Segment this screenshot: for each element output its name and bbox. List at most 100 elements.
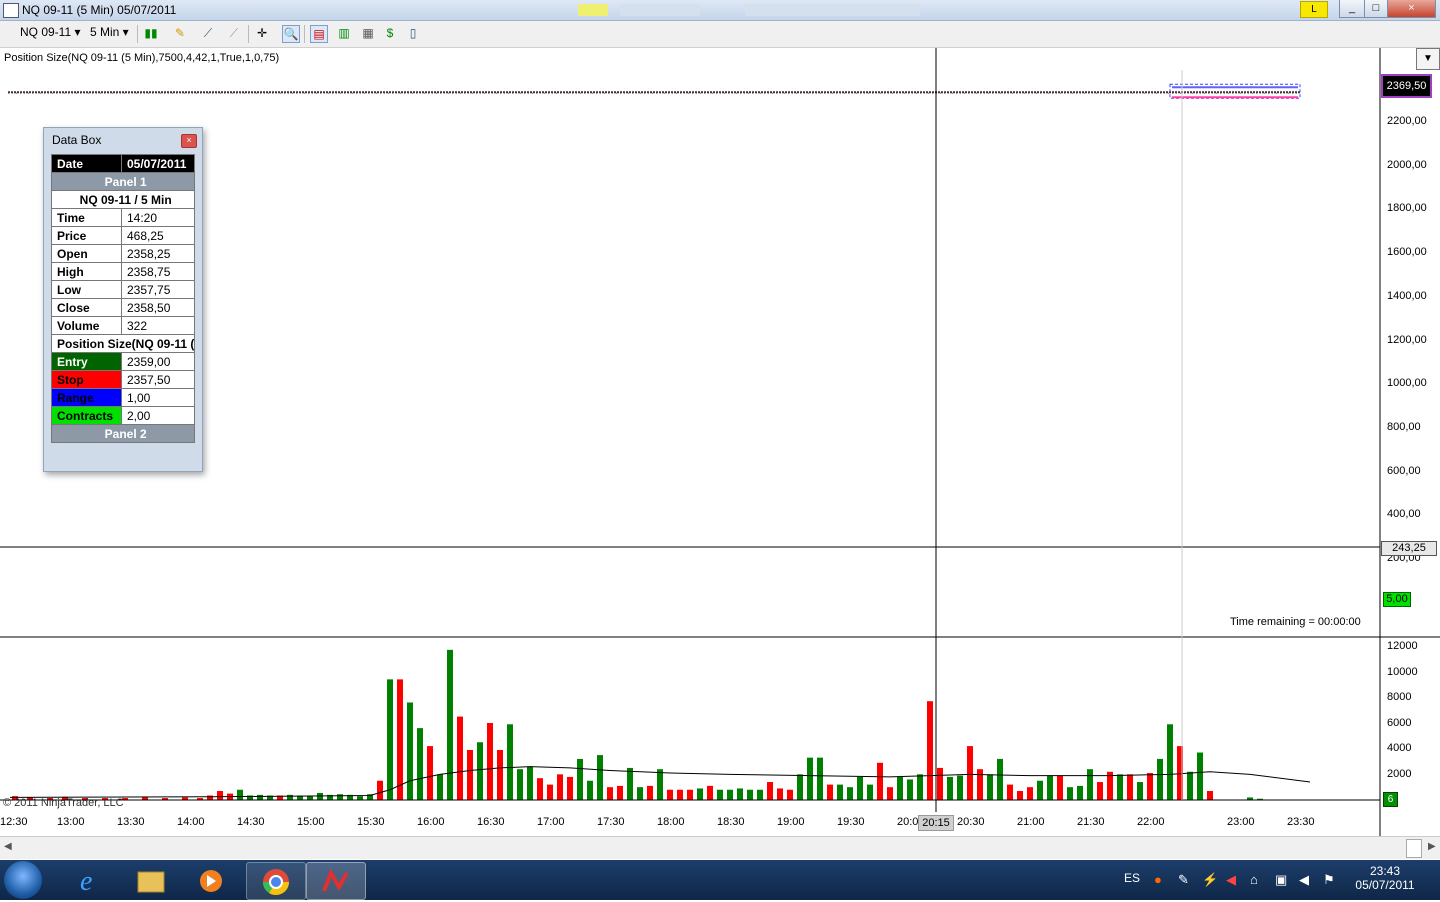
volume-bar	[877, 762, 883, 800]
data-row-label: Low	[51, 280, 122, 299]
remove-drawing-icon[interactable]: ⟋	[226, 25, 242, 41]
volume-bar	[1087, 769, 1093, 800]
volume-bar	[677, 789, 683, 800]
data-row-value: 2358,25	[120, 244, 196, 263]
scroll-right-icon[interactable]: ▶	[1428, 841, 1436, 852]
layout-badge[interactable]: L	[1300, 1, 1328, 18]
tray-app-icon[interactable]: ●	[1154, 872, 1162, 887]
zoom-icon[interactable]: 🔍	[282, 25, 300, 43]
network-icon[interactable]: ▣	[1275, 872, 1287, 888]
price-tick: 1400,00	[1387, 289, 1427, 302]
volume-bar	[1057, 775, 1063, 800]
indicators-icon[interactable]: ▥	[336, 25, 352, 41]
date-label: Date	[51, 154, 122, 173]
tray-tool-icon[interactable]: ✎	[1178, 872, 1189, 888]
volume-bar	[997, 758, 1003, 800]
strategies-icon[interactable]: $	[382, 25, 398, 41]
drawing-tool-icon[interactable]: ⟋	[200, 25, 216, 41]
data-row-label: Close	[51, 298, 122, 317]
time-tick: 15:30	[357, 816, 385, 828]
volume-bar	[207, 795, 213, 800]
chart-toolbar: NQ 09-11 ▾ 5 Min ▾ ▮▮ ✎ ⟋ ⟋ ✛ 🔍 ▤ ▥ ▦ $ …	[0, 21, 1440, 48]
instrument-selector[interactable]: NQ 09-11 ▾	[20, 25, 81, 39]
window-title: NQ 09-11 (5 Min) 05/07/2011	[22, 3, 177, 17]
volume-bar	[537, 778, 543, 800]
price-tick: 2200,00	[1387, 115, 1427, 127]
crosshair-icon[interactable]: ✛	[254, 25, 270, 41]
volume-bar	[1047, 775, 1053, 800]
volume-bar	[737, 788, 743, 800]
data-box-window[interactable]: Data Box × Date 05/07/2011 Panel 1 NQ 09…	[43, 127, 203, 472]
window-titlebar: NQ 09-11 (5 Min) 05/07/2011 L _ □ ×	[0, 0, 1440, 21]
chart-area[interactable]	[0, 48, 1440, 836]
scrollbar-thumb[interactable]	[1406, 839, 1422, 858]
close-icon[interactable]: ×	[181, 134, 197, 148]
toolbar-divider	[137, 25, 138, 43]
volume-tick: 10000	[1387, 665, 1418, 678]
chart-style-icon[interactable]: ▮▮	[143, 25, 159, 41]
volume-bar	[687, 789, 693, 800]
entry-markers	[1172, 86, 1298, 89]
data-row-value: 2358,50	[120, 298, 196, 317]
chrome-icon[interactable]	[246, 862, 306, 900]
volume-bar	[907, 779, 913, 800]
volume-bar	[1097, 782, 1103, 800]
internet-explorer-icon[interactable]: e	[62, 862, 120, 898]
series-header-label: NQ 09-11 / 5 Min	[50, 190, 196, 209]
volume-tick: 6000	[1387, 716, 1412, 729]
price-tick: 1800,00	[1387, 202, 1427, 215]
start-button[interactable]	[4, 861, 42, 899]
volume-bar	[767, 782, 773, 800]
close-button[interactable]: ×	[1387, 0, 1436, 18]
volume-bar	[727, 789, 733, 800]
volume-bar	[717, 789, 723, 800]
properties-icon[interactable]: ▯	[405, 25, 421, 41]
panel-1-label: Panel 1	[50, 172, 196, 191]
volume-tick: 8000	[1387, 691, 1412, 703]
time-tick: 16:00	[417, 816, 445, 828]
title-blur	[745, 4, 920, 16]
volume-bar	[617, 785, 623, 800]
series-header: NQ 09-11 / 5 Min	[50, 190, 196, 209]
data-series-icon[interactable]: ▦	[360, 25, 376, 41]
volume-bar	[567, 776, 573, 800]
copyright-text: © 2011 NinjaTrader, LLC	[3, 797, 124, 809]
data-row-price: Price 468,25	[51, 226, 196, 245]
interval-selector[interactable]: 5 Min ▾	[90, 25, 129, 39]
ninjatrader-icon[interactable]	[306, 862, 366, 900]
time-tick: 19:00	[777, 816, 805, 828]
maximize-button[interactable]: □	[1364, 0, 1388, 18]
file-explorer-icon[interactable]	[122, 862, 180, 898]
tray-power-icon[interactable]: ⚡	[1202, 872, 1218, 888]
pencil-icon[interactable]: ✎	[172, 25, 188, 41]
time-tick: 23:00	[1227, 816, 1255, 828]
data-row-label: Volume	[51, 316, 122, 335]
stop-label: Stop	[51, 370, 122, 389]
price-tick: 600,00	[1387, 464, 1421, 477]
volume-bar	[757, 789, 763, 800]
horizontal-scrollbar[interactable]: ◀ ▶	[0, 836, 1440, 859]
data-row-open: Open 2358,25	[51, 244, 196, 263]
volume-bar	[947, 776, 953, 800]
volume-bar	[697, 788, 703, 800]
clock[interactable]: 23:43 05/07/2011	[1352, 864, 1418, 892]
media-player-icon[interactable]	[182, 862, 240, 898]
volume-icon[interactable]: ◀	[1299, 872, 1309, 888]
trade-strategy-icon[interactable]: ▤	[310, 25, 328, 43]
data-box-table: Date 05/07/2011 Panel 1 NQ 09-11 / 5 Min…	[50, 154, 196, 443]
volume-bar	[1207, 791, 1213, 800]
volume-bar	[937, 767, 943, 800]
volume-bar	[887, 787, 893, 800]
volume-bar	[467, 749, 473, 800]
scroll-left-icon[interactable]: ◀	[4, 841, 12, 852]
time-tick: 21:00	[1017, 816, 1045, 828]
language-indicator[interactable]: ES	[1124, 871, 1140, 885]
minimize-button[interactable]: _	[1339, 0, 1365, 18]
volume-bar	[377, 780, 383, 800]
volume-bar	[977, 769, 983, 800]
time-tick: 17:30	[597, 816, 625, 828]
tray-device-icon[interactable]: ⌂	[1250, 872, 1258, 887]
stop-row: Stop 2357,50	[51, 370, 196, 389]
tray-security-icon[interactable]: ◀	[1226, 872, 1236, 888]
action-center-icon[interactable]: ⚑	[1323, 872, 1335, 888]
